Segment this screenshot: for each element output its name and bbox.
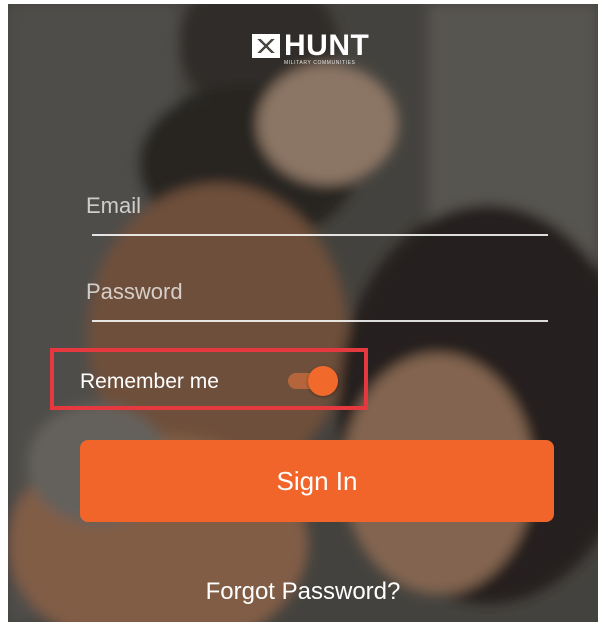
remember-me-label: Remember me [80,370,219,393]
sign-in-button[interactable]: Sign In [80,440,554,522]
password-field-container [86,274,548,322]
logo-tagline: MILITARY COMMUNITIES [284,60,356,66]
hunt-logo-icon [252,34,280,58]
remember-me-toggle[interactable] [288,366,338,396]
password-underline [92,320,548,322]
email-field-container [86,188,548,236]
password-field[interactable] [86,274,548,310]
email-field[interactable] [86,188,548,224]
login-screen: HUNT MILITARY COMMUNITIES Remember me Si… [8,4,598,622]
forgot-password-link[interactable]: Forgot Password? [8,578,598,606]
email-underline [92,234,548,236]
hunt-logo: HUNT MILITARY COMMUNITIES [252,28,388,72]
toggle-thumb [308,366,338,396]
